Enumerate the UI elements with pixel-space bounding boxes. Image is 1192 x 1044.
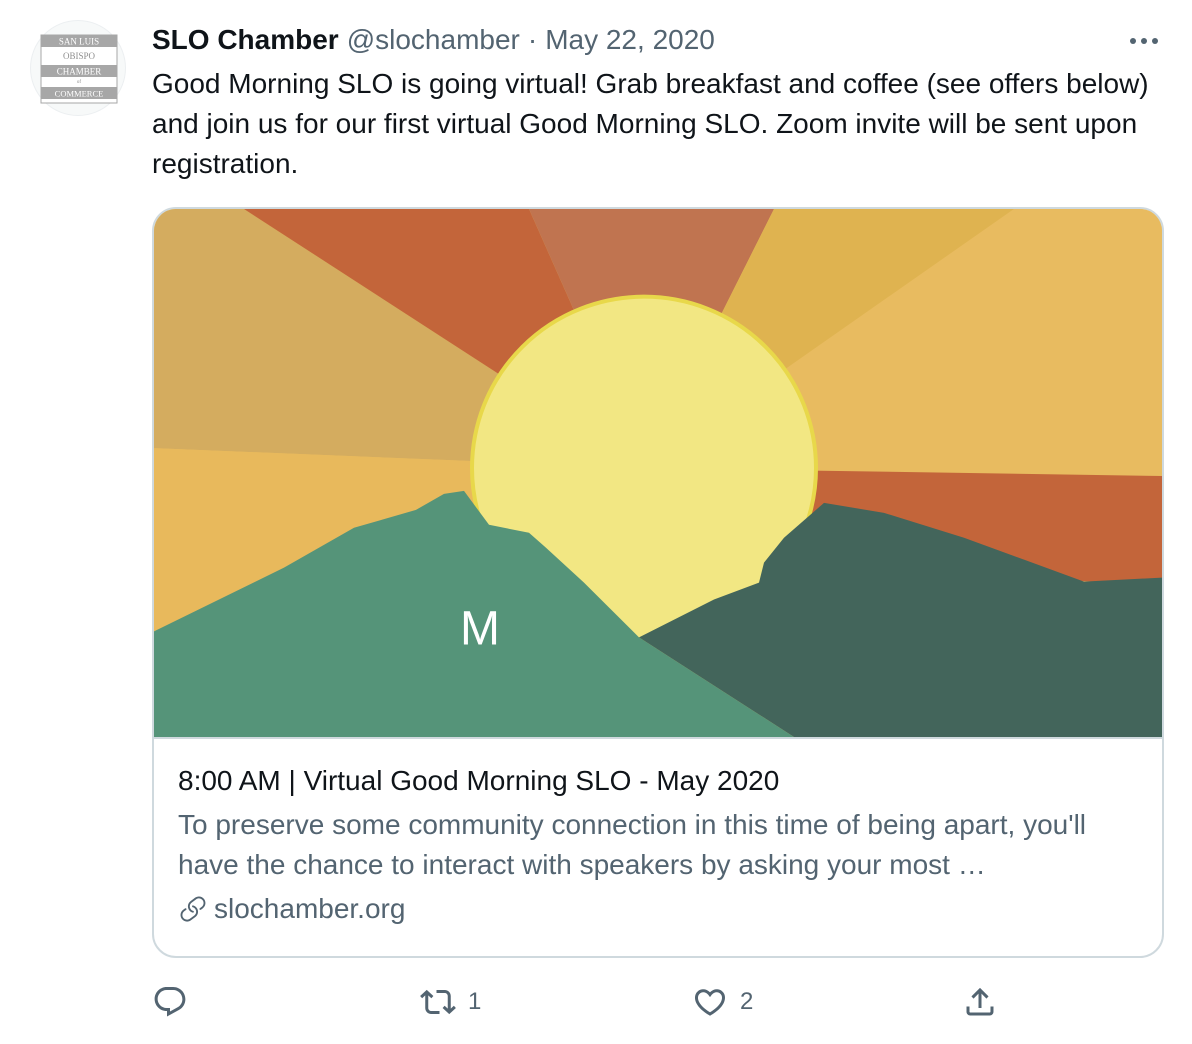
card-link-text[interactable]: slochamber.org — [214, 889, 405, 929]
retweet-button[interactable]: 1 — [420, 980, 481, 1024]
more-button[interactable] — [1124, 26, 1164, 56]
card-title: 8:00 AM | Virtual Good Morning SLO - May… — [178, 765, 780, 796]
card-image[interactable]: M — [154, 209, 1162, 739]
svg-text:of: of — [77, 80, 82, 85]
more-icon — [1130, 38, 1158, 44]
card-link-row: slochamber.org — [178, 889, 1148, 929]
tweet-header: SLO Chamber @slochamber · May 22, 2020 — [152, 22, 715, 58]
tweet-text: Good Morning SLO is going virtual! Grab … — [152, 68, 1149, 179]
like-button[interactable]: 2 — [692, 980, 753, 1024]
heart-icon — [694, 989, 726, 1016]
reply-button[interactable] — [152, 980, 188, 1024]
link-card[interactable]: M 8:00 AM | Virtual Good Morning SLO - M… — [152, 207, 1164, 958]
retweet-count: 1 — [468, 988, 482, 1015]
card-info: 8:00 AM | Virtual Good Morning SLO - May… — [178, 761, 1148, 929]
svg-text:COMMERCE: COMMERCE — [55, 89, 104, 99]
svg-text:CHAMBER: CHAMBER — [57, 67, 102, 77]
avatar[interactable]: SAN LUIS OBISPO CHAMBER of COMMERCE — [30, 20, 126, 116]
retweet-icon — [420, 989, 456, 1015]
tweet-date[interactable]: May 22, 2020 — [545, 24, 715, 56]
svg-text:OBISPO: OBISPO — [63, 51, 96, 61]
slo-chamber-logo: SAN LUIS OBISPO CHAMBER of COMMERCE — [40, 34, 118, 104]
svg-text:SAN LUIS: SAN LUIS — [59, 37, 99, 47]
reply-icon — [154, 987, 186, 1017]
header-separator: · — [527, 24, 538, 55]
tweet-actions: 1 2 — [152, 980, 1012, 1024]
card-description: To preserve some community connection in… — [178, 809, 1087, 880]
mountain-m-letter: M — [460, 602, 500, 655]
share-button[interactable] — [962, 980, 998, 1024]
author-name[interactable]: SLO Chamber — [152, 24, 339, 56]
link-icon — [180, 896, 206, 922]
author-handle[interactable]: @slochamber — [347, 24, 520, 56]
share-icon — [966, 987, 994, 1016]
like-count: 2 — [740, 988, 754, 1015]
